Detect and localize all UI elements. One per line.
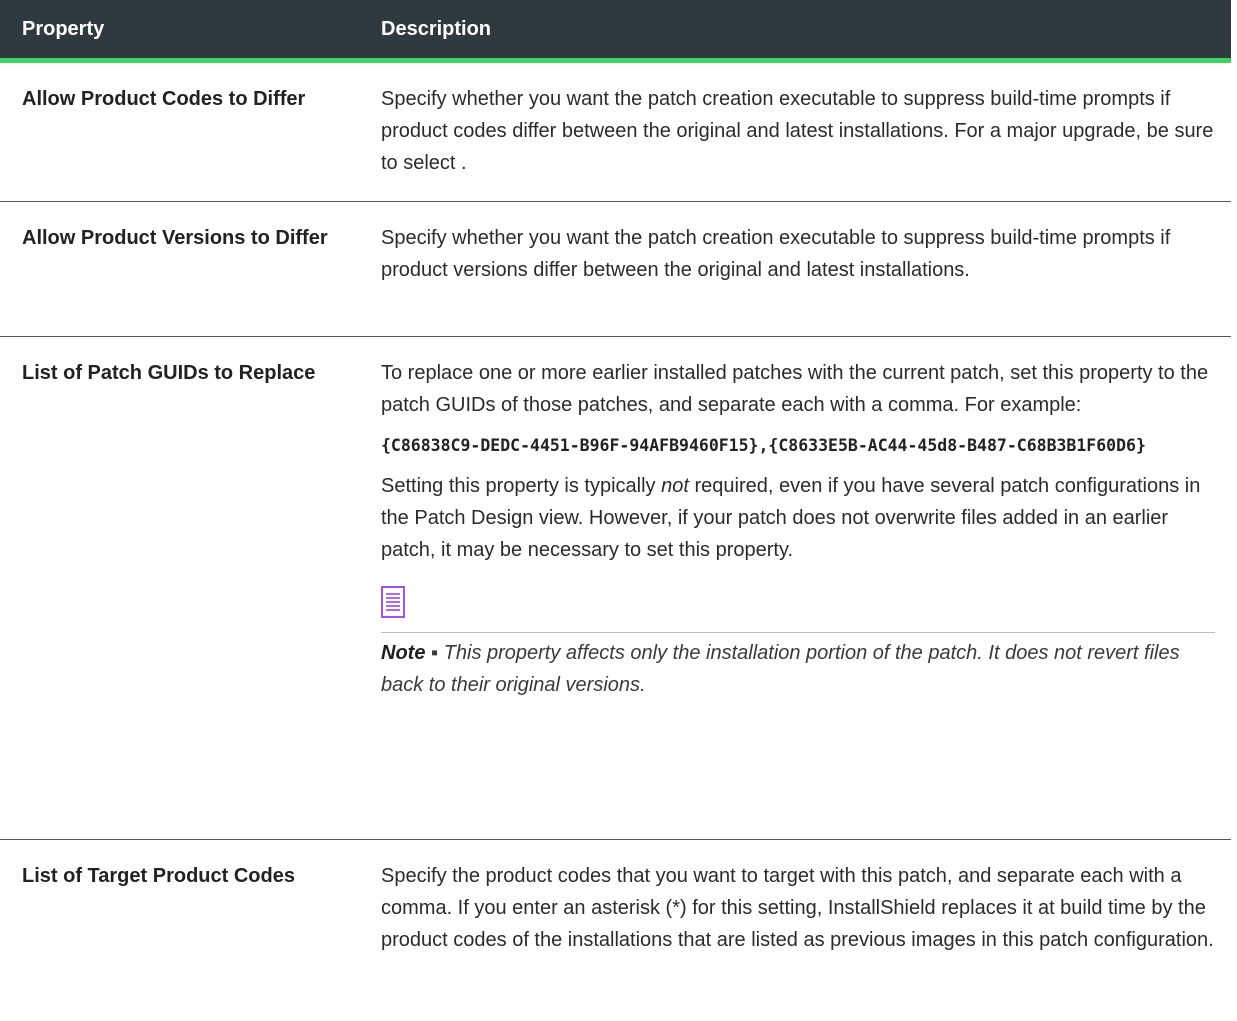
property-description: Specify whether you want the patch creat… [381,88,1214,174]
guid-example: {C86838C9-DEDC-4451-B96F-94AFB9460F15},{… [381,436,1146,455]
note-icon [381,586,405,618]
table-row: List of Patch GUIDs to Replace To replac… [0,337,1231,840]
table-row: Allow Product Versions to Differ Specify… [0,202,1231,337]
property-name: Allow Product Codes to Differ [22,88,306,110]
property-name: Allow Product Versions to Differ [22,227,328,249]
property-name: List of Patch GUIDs to Replace [22,362,316,384]
table-header: Property Description [0,0,1231,63]
property-description: Specify the product codes that you want … [381,865,1214,951]
properties-table: Property Description Allow Product Codes… [0,0,1231,1020]
property-description: Specify whether you want the patch creat… [381,227,1171,281]
header-property: Property [22,17,105,40]
property-name: List of Target Product Codes [22,865,295,887]
table-row: List of Target Product Codes Specify the… [0,840,1231,1020]
header-description: Description [381,17,492,40]
property-description: To replace one or more earlier installed… [381,337,1231,839]
note-block: Note ▪ This property affects only the in… [381,576,1215,701]
note-text: Note ▪ This property affects only the in… [381,642,1180,696]
table-row: Allow Product Codes to Differ Specify wh… [0,63,1231,202]
note-divider [381,632,1215,633]
